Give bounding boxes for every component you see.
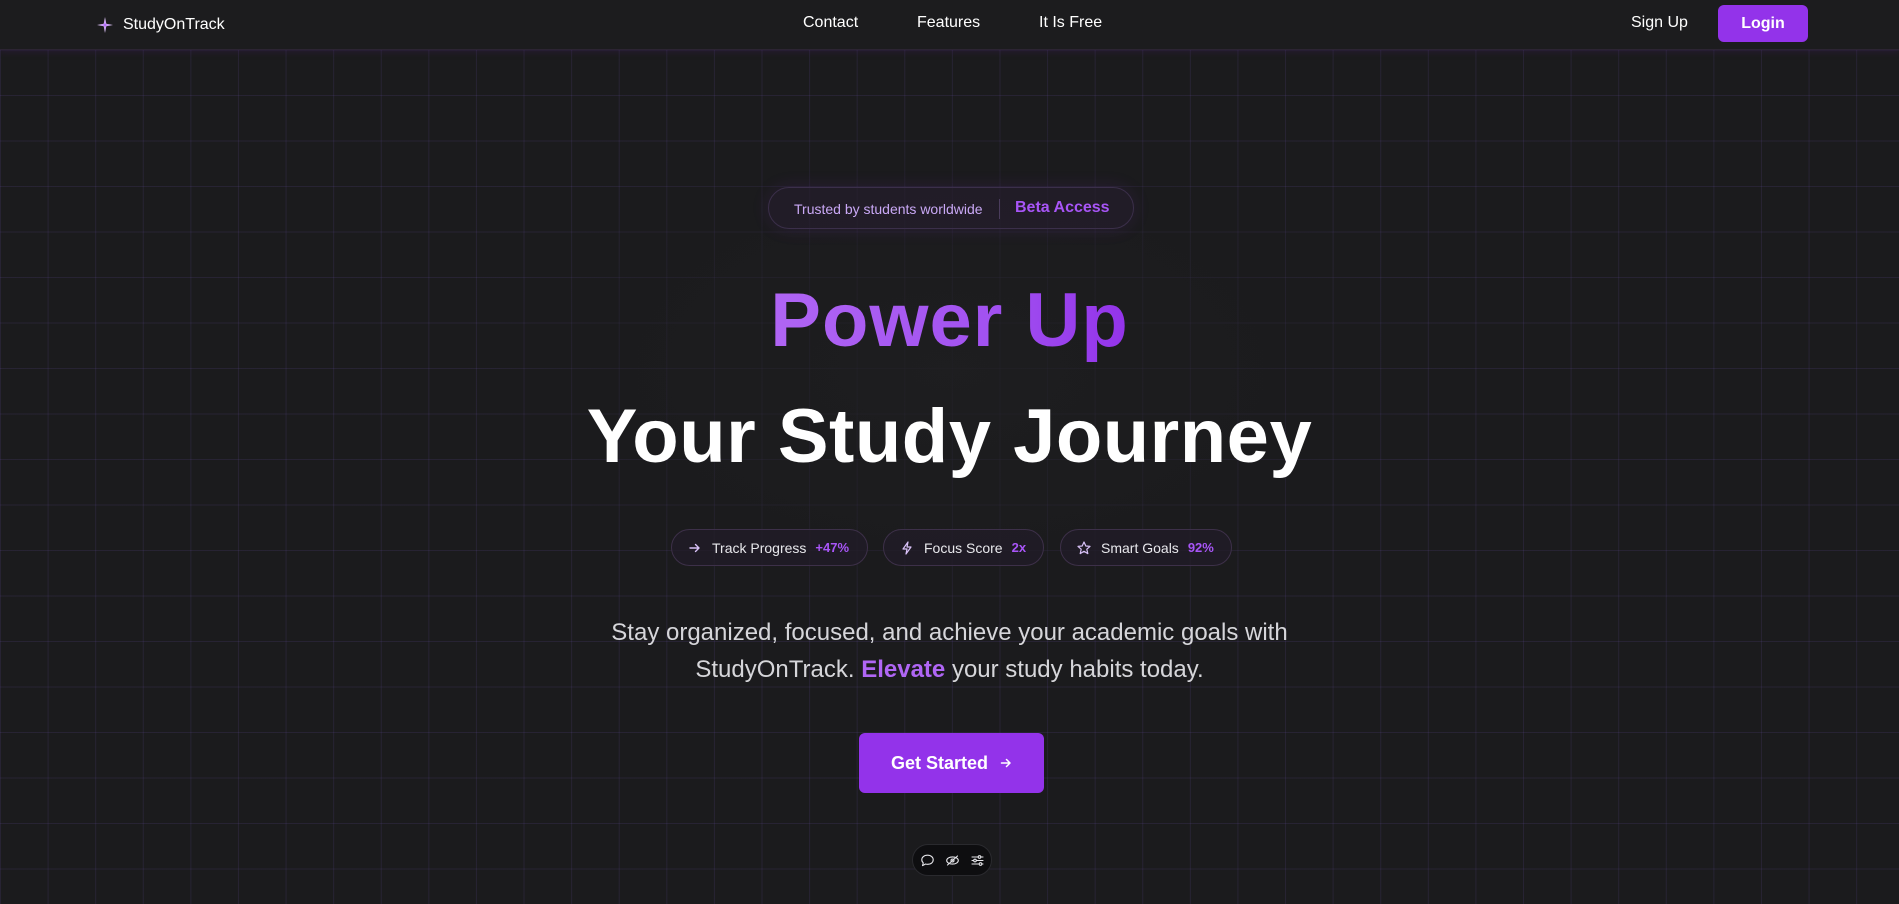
- sparkle-icon: [97, 17, 113, 33]
- stat-value: 2x: [1011, 540, 1027, 555]
- stat-label: Focus Score: [924, 539, 1003, 556]
- star-icon: [1077, 540, 1091, 554]
- get-started-label: Get Started: [890, 752, 989, 773]
- badge-text: Trusted by students worldwide: [794, 201, 983, 217]
- stat-pill-smart-goals: Smart Goals 92%: [1060, 529, 1232, 566]
- nav-link-it-is-free[interactable]: It Is Free: [1039, 14, 1102, 32]
- description-highlight: Elevate: [861, 656, 946, 683]
- trust-badge: Trusted by students worldwide Beta Acces…: [768, 187, 1134, 229]
- description-line2-end: your study habits today.: [951, 656, 1204, 683]
- arrow-right-icon: [1000, 758, 1011, 768]
- hero-title-line1: Power Up: [770, 278, 1129, 363]
- hero-title-line2: Your Study Journey: [586, 394, 1313, 479]
- stat-value: +47%: [815, 540, 850, 555]
- description-line1: Stay organized, focused, and achieve you…: [611, 619, 1288, 646]
- lightning-icon: [902, 540, 912, 555]
- stat-label: Smart Goals: [1101, 539, 1179, 556]
- badge-divider: [999, 199, 1000, 219]
- eye-off-icon[interactable]: [945, 853, 960, 868]
- stat-value: 92%: [1187, 540, 1214, 555]
- hero-title-highlight: Power Up: [0, 276, 1899, 366]
- landing-page: StudyOnTrack Contact Features It Is Free…: [0, 0, 1899, 904]
- get-started-button[interactable]: Get Started: [859, 733, 1044, 793]
- brand-name: StudyOnTrack: [123, 16, 225, 33]
- floating-toolbar: [912, 844, 992, 876]
- beta-access-label: Beta Access: [1015, 199, 1110, 216]
- brand-logo[interactable]: StudyOnTrack: [97, 13, 225, 37]
- stat-label: Track Progress: [712, 539, 807, 556]
- stat-pill-track-progress: Track Progress +47%: [671, 529, 868, 566]
- sliders-icon[interactable]: [970, 853, 985, 868]
- sign-up-link[interactable]: Sign Up: [1631, 14, 1688, 32]
- top-navbar: StudyOnTrack Contact Features It Is Free…: [0, 0, 1899, 50]
- login-button[interactable]: Login: [1718, 5, 1808, 42]
- nav-link-features[interactable]: Features: [917, 14, 980, 32]
- chat-bubble-icon[interactable]: [920, 853, 935, 868]
- nav-link-contact[interactable]: Contact: [803, 14, 858, 32]
- description-line2-start: StudyOnTrack.: [695, 656, 855, 683]
- hero-description: Stay organized, focused, and achieve you…: [0, 614, 1899, 688]
- arrow-right-icon: [689, 543, 700, 552]
- stat-pill-focus-score: Focus Score 2x: [883, 529, 1044, 566]
